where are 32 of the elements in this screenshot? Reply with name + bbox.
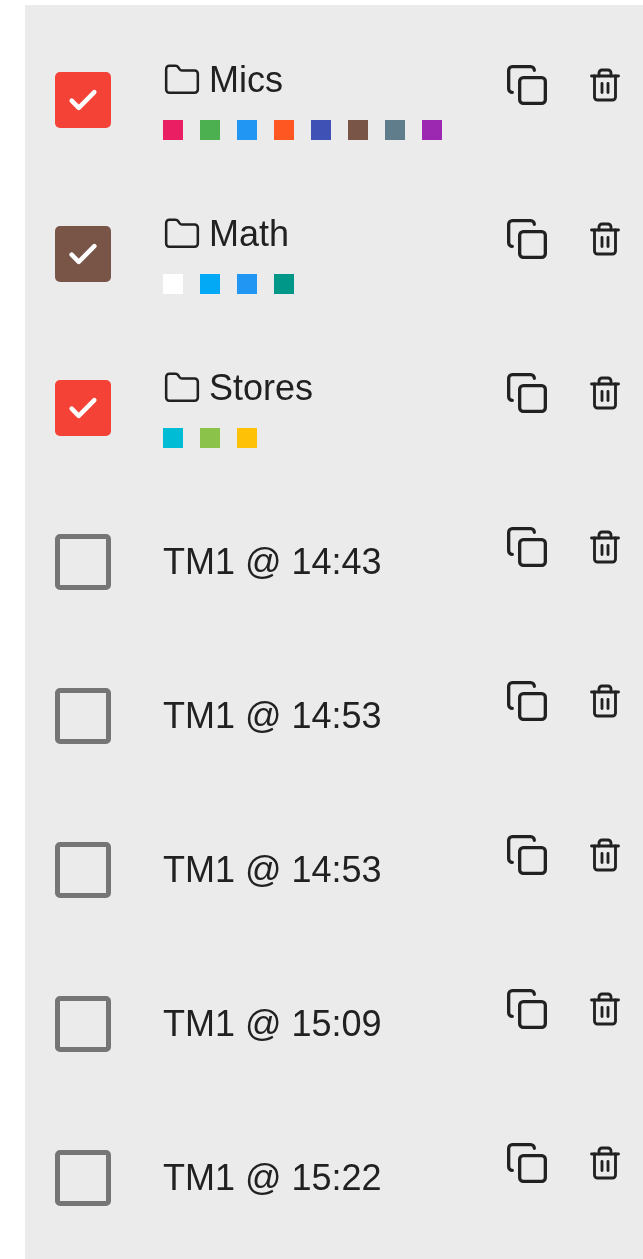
- trash-icon[interactable]: [587, 837, 623, 873]
- checkbox[interactable]: [55, 996, 111, 1052]
- copy-icon[interactable]: [505, 833, 549, 877]
- copy-icon[interactable]: [505, 1141, 549, 1185]
- checkbox[interactable]: [55, 688, 111, 744]
- copy-icon[interactable]: [505, 679, 549, 723]
- copy-icon[interactable]: [505, 987, 549, 1031]
- copy-icon[interactable]: [505, 371, 549, 415]
- checkbox[interactable]: [55, 380, 111, 436]
- copy-icon[interactable]: [505, 525, 549, 569]
- trash-icon[interactable]: [587, 221, 623, 257]
- item-name: TM1 @ 15:09: [163, 1004, 383, 1044]
- item-name: TM1 @ 14:53: [163, 850, 383, 890]
- item-name: TM1 @ 14:53: [163, 696, 383, 736]
- checkbox[interactable]: [55, 1150, 111, 1206]
- folder-name: Mics: [209, 60, 283, 100]
- item-name: TM1 @ 14:43: [163, 542, 383, 582]
- trash-icon[interactable]: [587, 683, 623, 719]
- folder-name: Math: [209, 214, 290, 254]
- checkbox[interactable]: [55, 534, 111, 590]
- trash-icon[interactable]: [587, 67, 623, 103]
- item-name: TM1 @ 15:22: [163, 1158, 383, 1198]
- checkbox[interactable]: [55, 842, 111, 898]
- copy-icon[interactable]: [505, 63, 549, 107]
- checkbox[interactable]: [55, 72, 111, 128]
- trash-icon[interactable]: [587, 1145, 623, 1181]
- trash-icon[interactable]: [587, 991, 623, 1027]
- checkbox[interactable]: [55, 226, 111, 282]
- folder-name: Stores: [209, 368, 314, 408]
- trash-icon[interactable]: [587, 529, 623, 565]
- copy-icon[interactable]: [505, 217, 549, 261]
- trash-icon[interactable]: [587, 375, 623, 411]
